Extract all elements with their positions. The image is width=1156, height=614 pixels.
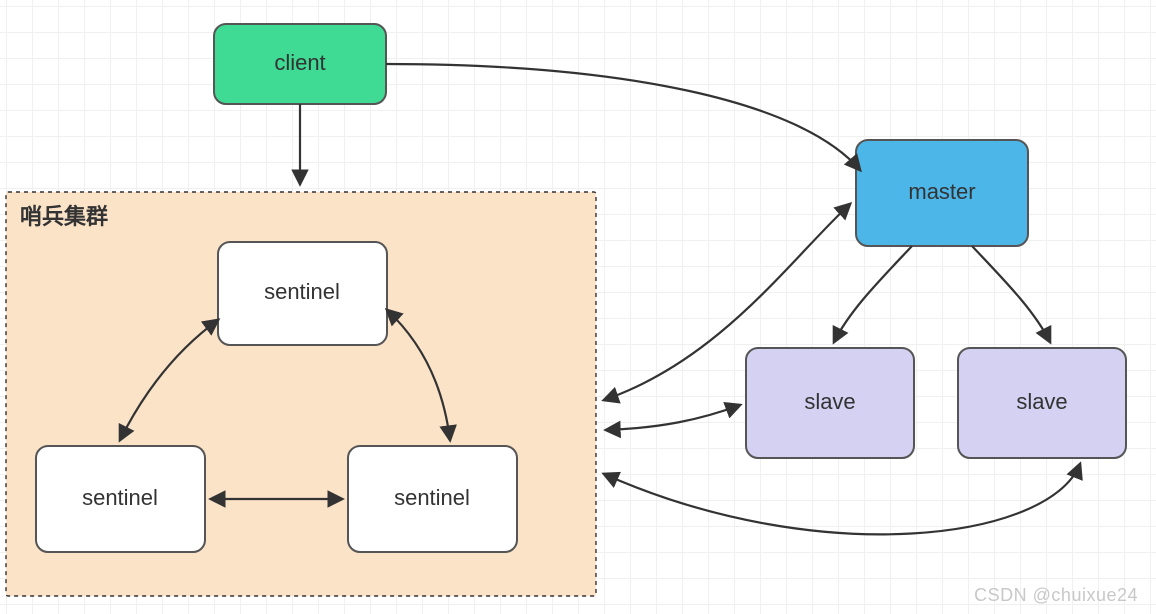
client-label: client	[274, 50, 325, 75]
edge-client-to-master	[386, 64, 860, 170]
slave2-label: slave	[1016, 389, 1067, 414]
slave1-node: slave	[746, 348, 914, 458]
edge-cluster-slave2	[604, 464, 1080, 534]
sentinel-right-label: sentinel	[394, 485, 470, 510]
watermark: CSDN @chuixue24	[974, 585, 1138, 606]
master-node: master	[856, 140, 1028, 246]
edge-cluster-slave1	[606, 405, 740, 430]
client-node: client	[214, 24, 386, 104]
edge-master-to-slave2	[972, 246, 1050, 342]
slave2-node: slave	[958, 348, 1126, 458]
edge-master-to-slave1	[834, 246, 912, 342]
diagram-canvas: 哨兵集群 client master slave slave sentinel …	[0, 0, 1156, 614]
sentinel-left-node: sentinel	[36, 446, 205, 552]
sentinel-right-node: sentinel	[348, 446, 517, 552]
sentinel-left-label: sentinel	[82, 485, 158, 510]
sentinel-top-label: sentinel	[264, 279, 340, 304]
master-label: master	[908, 179, 975, 204]
slave1-label: slave	[804, 389, 855, 414]
sentinel-top-node: sentinel	[218, 242, 387, 345]
cluster-label: 哨兵集群	[20, 204, 108, 229]
